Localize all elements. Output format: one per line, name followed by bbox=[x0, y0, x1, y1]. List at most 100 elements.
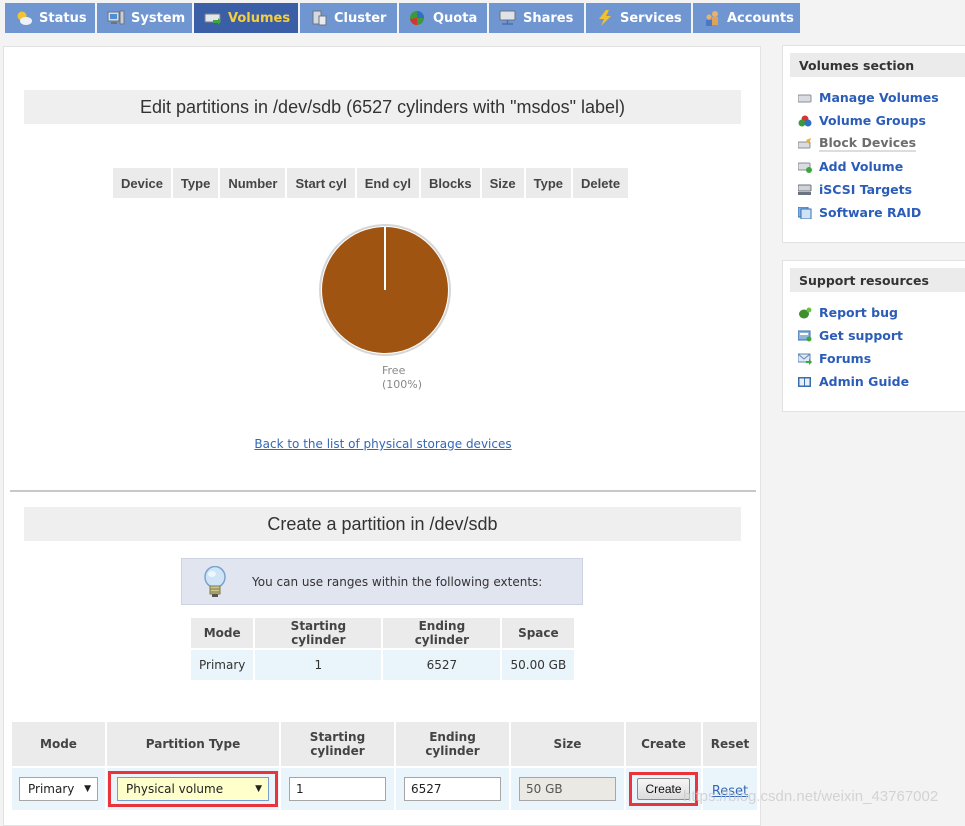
sidebar-item-label: Volume Groups bbox=[819, 113, 926, 128]
partitions-table: Device Type Number Start cyl End cyl Blo… bbox=[111, 166, 630, 200]
sidebar-item-software-raid[interactable]: Software RAID bbox=[797, 201, 965, 224]
pie-label-percent: (100%) bbox=[382, 378, 423, 391]
column-header: Size bbox=[511, 722, 624, 766]
column-header-line: cylinder bbox=[310, 744, 365, 758]
tab-label: System bbox=[131, 10, 186, 26]
column-header: Type bbox=[172, 168, 219, 198]
column-header: Delete bbox=[573, 168, 629, 198]
column-header: Number bbox=[220, 168, 286, 198]
sidebar-item-label: Admin Guide bbox=[819, 374, 910, 389]
drive-icon bbox=[204, 10, 222, 26]
ending-cylinder-input[interactable]: 6527 bbox=[404, 777, 501, 801]
column-header: Device bbox=[113, 168, 171, 198]
forums-mail-icon bbox=[797, 353, 812, 365]
tab-status[interactable]: Status bbox=[5, 3, 95, 33]
iscsi-icon bbox=[797, 184, 812, 196]
sidebar-item-label: Report bug bbox=[819, 305, 898, 320]
sidebar-item-label: iSCSI Targets bbox=[819, 182, 913, 197]
users-icon bbox=[703, 10, 721, 26]
create-partition-form: Mode Partition Type Starting cylinder En… bbox=[10, 720, 759, 812]
tab-volumes[interactable]: Volumes bbox=[194, 3, 298, 33]
sidebar-item-label: Block Devices bbox=[819, 135, 917, 152]
block-device-icon bbox=[797, 137, 812, 150]
tab-cluster[interactable]: Cluster bbox=[300, 3, 397, 33]
partition-type-select[interactable]: Physical volume ▼ bbox=[117, 777, 269, 801]
support-resources-list: Report bug Get support Forums Admin Guid… bbox=[797, 301, 965, 393]
column-header-line: Ending bbox=[429, 730, 476, 744]
column-header: End cyl bbox=[356, 168, 419, 198]
tab-services[interactable]: Services bbox=[586, 3, 691, 33]
add-volume-icon bbox=[797, 161, 812, 173]
chevron-down-icon: ▼ bbox=[84, 784, 91, 794]
tab-accounts[interactable]: Accounts bbox=[693, 3, 800, 33]
sidebar-item-iscsi-targets[interactable]: iSCSI Targets bbox=[797, 178, 965, 201]
sidebar-item-manage-volumes[interactable]: Manage Volumes bbox=[797, 86, 965, 109]
lightbulb-icon bbox=[202, 565, 228, 598]
tab-quota[interactable]: Quota bbox=[399, 3, 487, 33]
tab-label: Quota bbox=[433, 10, 478, 26]
column-header: Ending cylinder bbox=[383, 618, 501, 648]
column-header-line: Starting bbox=[309, 730, 366, 744]
mode-cell: Primary ▼ bbox=[12, 768, 105, 810]
column-header: Type bbox=[525, 168, 572, 198]
extents-table: Mode Starting cylinder Ending cylinder S… bbox=[189, 616, 576, 682]
create-partition-title: Create a partition in /dev/sdb bbox=[24, 507, 741, 541]
column-header: Mode bbox=[191, 618, 254, 648]
chevron-down-icon: ▼ bbox=[255, 784, 262, 794]
column-header: Start cyl bbox=[287, 168, 355, 198]
sidebar-item-add-volume[interactable]: Add Volume bbox=[797, 155, 965, 178]
sidebar-item-volume-groups[interactable]: Volume Groups bbox=[798, 109, 965, 132]
cluster-icon bbox=[310, 10, 328, 26]
raid-icon bbox=[797, 206, 812, 219]
tab-label: Status bbox=[39, 10, 87, 26]
column-header: Partition Type bbox=[107, 722, 279, 766]
support-icon bbox=[797, 330, 812, 342]
sidebar-item-label: Software RAID bbox=[819, 205, 922, 220]
sidebar-item-block-devices[interactable]: Block Devices bbox=[797, 132, 965, 155]
starting-cylinder-cell: 1 bbox=[281, 768, 394, 810]
section-divider bbox=[10, 490, 756, 492]
bug-icon bbox=[798, 307, 812, 319]
network-share-icon bbox=[499, 10, 517, 26]
partition-pie-chart bbox=[318, 223, 452, 357]
column-header: Ending cylinder bbox=[396, 722, 509, 766]
create-cell: Create bbox=[626, 768, 701, 810]
support-resources-box: Support resources Report bug Get support… bbox=[782, 260, 965, 412]
volume-groups-icon bbox=[798, 115, 812, 127]
create-button[interactable]: Create bbox=[637, 778, 690, 800]
main-nav-tabs: Status System Volumes Cluster Quota Shar… bbox=[5, 3, 802, 33]
support-resources-title: Support resources bbox=[790, 268, 965, 292]
extents-hint: You can use ranges within the following … bbox=[181, 558, 583, 605]
sidebar-item-forums[interactable]: Forums bbox=[797, 347, 965, 370]
volumes-section-title: Volumes section bbox=[790, 53, 965, 77]
ending-cylinder-cell: 6527 bbox=[396, 768, 509, 810]
column-header: Reset bbox=[703, 722, 757, 766]
reset-link[interactable]: Reset bbox=[712, 784, 748, 799]
sidebar-item-label: Get support bbox=[819, 328, 904, 343]
partition-type-cell: Physical volume ▼ bbox=[107, 768, 279, 810]
starting-cylinder-input[interactable]: 1 bbox=[289, 777, 386, 801]
column-header: Mode bbox=[12, 722, 105, 766]
reset-cell: Reset bbox=[703, 768, 757, 810]
size-cell: 50 GB bbox=[511, 768, 624, 810]
tab-system[interactable]: System bbox=[97, 3, 192, 33]
sidebar-item-admin-guide[interactable]: Admin Guide bbox=[798, 370, 965, 393]
sidebar-item-report-bug[interactable]: Report bug bbox=[798, 301, 965, 324]
hint-text: You can use ranges within the following … bbox=[252, 574, 543, 589]
column-header: Blocks bbox=[421, 168, 480, 198]
main-panel: Edit partitions in /dev/sdb (6527 cylind… bbox=[3, 46, 761, 826]
sidebar-item-get-support[interactable]: Get support bbox=[797, 324, 965, 347]
edit-partitions-title: Edit partitions in /dev/sdb (6527 cylind… bbox=[24, 90, 741, 124]
drive-icon bbox=[797, 92, 812, 104]
column-header: Space bbox=[502, 618, 575, 648]
weather-sun-cloud-icon bbox=[15, 10, 33, 26]
sidebar-item-label: Manage Volumes bbox=[819, 90, 939, 105]
column-header: Create bbox=[626, 722, 701, 766]
sidebar-item-label: Add Volume bbox=[819, 159, 904, 174]
back-to-devices-link[interactable]: Back to the list of physical storage dev… bbox=[4, 437, 762, 451]
mode-select-value: Primary bbox=[28, 782, 75, 796]
book-icon bbox=[798, 376, 812, 388]
mode-select[interactable]: Primary ▼ bbox=[19, 777, 98, 801]
tab-shares[interactable]: Shares bbox=[489, 3, 584, 33]
volumes-section-list: Manage Volumes Volume Groups Block Devic… bbox=[797, 86, 965, 224]
